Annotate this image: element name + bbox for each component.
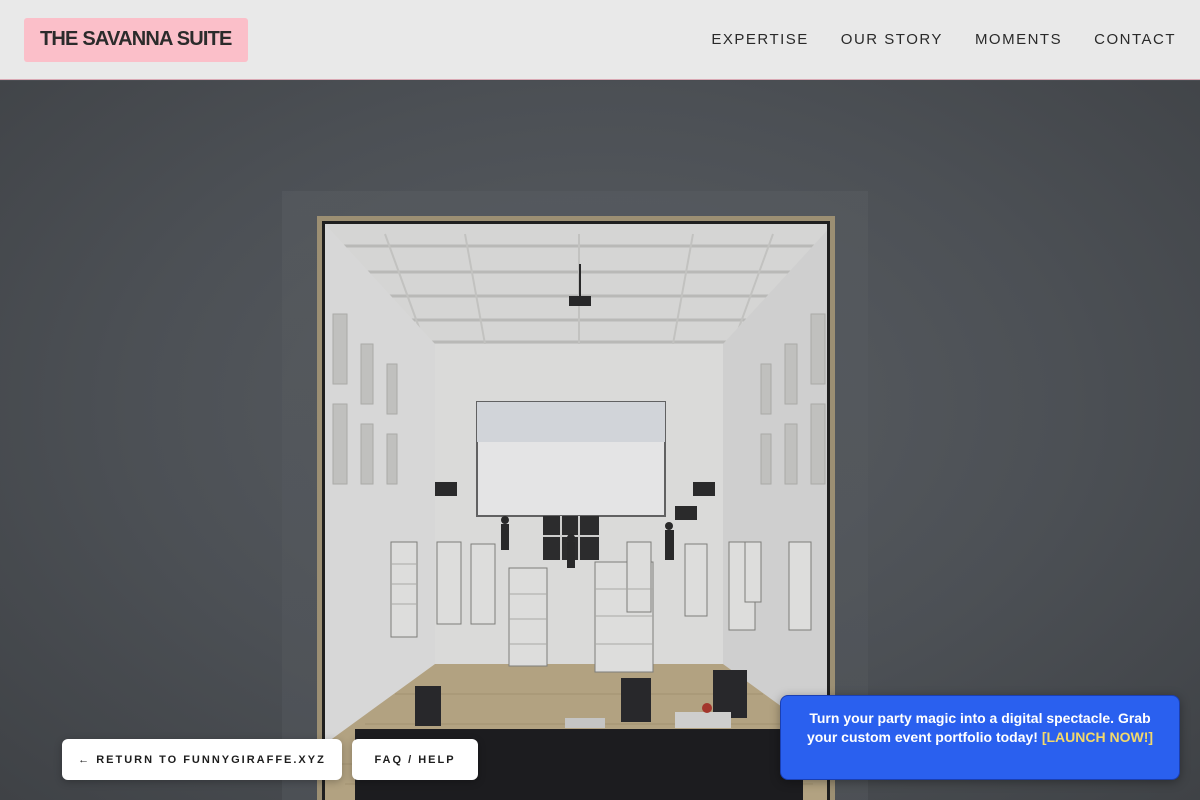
nav-link-moments[interactable]: MOMENTS <box>975 31 1062 48</box>
site-logo[interactable]: THE SAVANNA SUITE <box>24 17 248 62</box>
promo-banner[interactable]: Turn your party magic into a digital spe… <box>780 695 1180 780</box>
photo-overlay <box>325 224 827 800</box>
nav-link-expertise[interactable]: EXPERTISE <box>711 31 808 48</box>
venue-hall-photo <box>322 221 830 800</box>
return-to-site-button[interactable]: ← RETURN TO FUNNYGIRAFFE.XYZ <box>62 739 342 780</box>
nav-link-contact[interactable]: CONTACT <box>1094 31 1176 48</box>
nav-link-our-story[interactable]: OUR STORY <box>841 31 943 48</box>
main-nav: EXPERTISE OUR STORY MOMENTS CONTACT <box>711 31 1176 48</box>
launch-now-link[interactable]: [LAUNCH NOW!] <box>1042 729 1153 745</box>
site-header: THE SAVANNA SUITE EXPERTISE OUR STORY MO… <box>0 0 1200 80</box>
faq-help-button[interactable]: FAQ / HELP <box>352 739 478 780</box>
hero-section <box>0 81 1200 800</box>
